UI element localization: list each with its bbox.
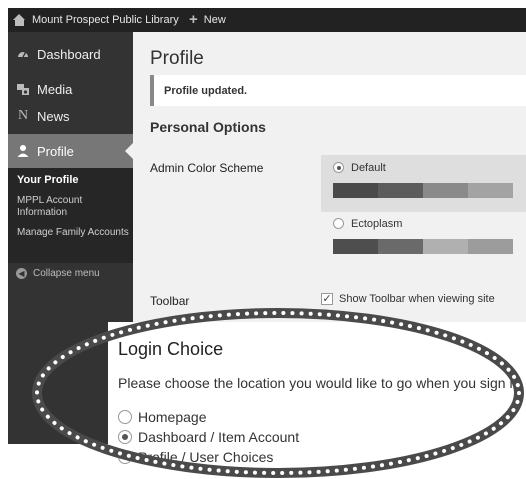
sidebar-item-label: Dashboard [37, 46, 101, 62]
personal-options-heading: Personal Options [150, 119, 266, 135]
submenu-item-your-profile[interactable]: Your Profile [17, 174, 129, 186]
house-icon [13, 14, 26, 26]
news-icon: N [17, 108, 29, 123]
color-scheme-ectoplasm-option[interactable]: Ectoplasm [333, 218, 402, 230]
collapse-label: Collapse menu [33, 268, 100, 279]
login-choice-panel: Login Choice Please choose the location … [108, 322, 526, 479]
color-swatch [423, 183, 468, 198]
sidebar-item-dashboard[interactable]: Dashboard [8, 37, 133, 71]
dashboard-icon [16, 47, 30, 61]
ectoplasm-color-swatches[interactable] [333, 239, 513, 254]
media-icon [16, 82, 30, 96]
color-swatch [333, 239, 378, 254]
color-swatch [468, 239, 513, 254]
color-scheme-default-option[interactable]: Default [333, 162, 386, 174]
radio-button[interactable] [118, 410, 132, 424]
sidebar-item-label: Profile [37, 143, 74, 159]
sidebar-item-profile[interactable]: Profile [8, 134, 133, 168]
radio-button[interactable] [118, 450, 132, 464]
scheme-name: Default [351, 162, 386, 174]
login-option-profile[interactable]: Profile / User Choices [118, 449, 273, 465]
login-option-label: Profile / User Choices [138, 449, 274, 465]
submenu-item-family-accounts[interactable]: Manage Family Accounts [17, 227, 129, 239]
sidebar-item-label: Media [37, 81, 73, 97]
color-swatch [333, 183, 378, 198]
submenu-item-mppl-account[interactable]: MPPL Account Information [17, 195, 129, 219]
profile-updated-notice: Profile updated. [150, 75, 526, 106]
radio-button[interactable] [333, 162, 344, 173]
collapse-menu-button[interactable]: ◀ Collapse menu [16, 268, 100, 279]
login-option-homepage[interactable]: Homepage [118, 409, 207, 425]
show-toolbar-label: Show Toolbar when viewing site [339, 293, 495, 305]
admin-bar: Mount Prospect Public Library + New [8, 8, 526, 32]
color-swatch [423, 239, 468, 254]
login-option-label: Homepage [138, 409, 207, 425]
login-choice-description: Please choose the location you would lik… [118, 375, 525, 391]
color-swatch [378, 239, 423, 254]
plus-icon: + [189, 10, 198, 28]
site-name-link[interactable]: Mount Prospect Public Library [13, 8, 179, 32]
new-content-button[interactable]: + New [189, 8, 226, 32]
default-color-swatches[interactable] [333, 183, 513, 198]
color-swatch [378, 183, 423, 198]
login-option-dashboard[interactable]: Dashboard / Item Account [118, 429, 299, 445]
user-icon [16, 144, 30, 158]
show-toolbar-checkbox[interactable]: ✓ [321, 293, 333, 305]
sidebar-item-label: News [37, 108, 70, 124]
radio-button[interactable] [118, 430, 132, 444]
site-name: Mount Prospect Public Library [32, 14, 179, 26]
new-label: New [203, 14, 226, 26]
color-swatch [468, 183, 513, 198]
profile-submenu: Your Profile MPPL Account Information Ma… [8, 168, 133, 263]
color-scheme-label: Admin Color Scheme [150, 161, 264, 175]
scheme-name: Ectoplasm [351, 218, 403, 230]
sidebar-item-news[interactable]: N News [8, 99, 133, 133]
page-title: Profile [150, 48, 204, 69]
toolbar-label: Toolbar [150, 294, 190, 308]
show-toolbar-option[interactable]: ✓ Show Toolbar when viewing site [321, 293, 495, 305]
collapse-arrow-icon: ◀ [16, 268, 27, 279]
login-option-label: Dashboard / Item Account [138, 429, 300, 445]
radio-button[interactable] [333, 218, 344, 229]
login-choice-title: Login Choice [118, 339, 224, 359]
